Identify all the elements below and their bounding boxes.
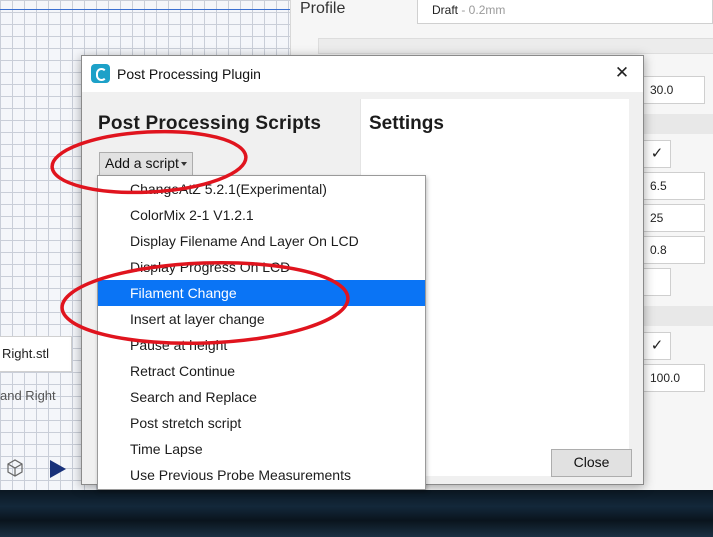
setting-checkbox-2[interactable]	[643, 268, 671, 296]
setting-field-5[interactable]: 100.0	[643, 364, 705, 392]
add-script-button[interactable]: Add a script	[99, 152, 193, 176]
setting-checkbox-1[interactable]: ✓	[643, 140, 671, 168]
play-icon[interactable]	[50, 460, 66, 478]
cube-icon[interactable]	[4, 456, 26, 478]
menu-item-display-filename[interactable]: Display Filename And Layer On LCD	[98, 228, 425, 254]
close-icon[interactable]: ✕	[611, 62, 633, 84]
menu-item-time-lapse[interactable]: Time Lapse	[98, 436, 425, 462]
add-script-label: Add a script	[105, 155, 179, 171]
close-button[interactable]: Close	[551, 449, 632, 477]
script-dropdown-menu: ChangeAtZ 5.2.1(Experimental) ColorMix 2…	[97, 175, 426, 490]
setting-field-3[interactable]: 25	[643, 204, 705, 232]
setting-section-band-2	[643, 306, 713, 326]
menu-item-search-replace[interactable]: Search and Replace	[98, 384, 425, 410]
dialog-titlebar: Post Processing Plugin ✕	[82, 56, 643, 92]
menu-item-filament-change[interactable]: Filament Change	[98, 280, 425, 306]
dialog-title: Post Processing Plugin	[117, 66, 261, 82]
profile-sub: - 0.2mm	[458, 3, 506, 17]
settings-header-band	[318, 38, 713, 54]
object-list-text: and Right	[0, 388, 56, 403]
setting-field-2[interactable]: 6.5	[643, 172, 705, 200]
menu-item-previous-probe[interactable]: Use Previous Probe Measurements	[98, 462, 425, 488]
profile-label: Profile	[300, 0, 346, 17]
setting-section-band	[643, 114, 713, 134]
object-list-item[interactable]: Right.stl	[0, 336, 72, 372]
chevron-down-icon	[180, 162, 187, 167]
setting-checkbox-3[interactable]: ✓	[643, 332, 671, 360]
settings-heading: Settings	[369, 113, 444, 134]
setting-field-1[interactable]: 30.0	[643, 76, 705, 104]
viewport-guide-line	[0, 9, 290, 10]
profile-value: Draft	[432, 3, 459, 17]
menu-item-display-progress[interactable]: Display Progress On LCD	[98, 254, 425, 280]
menu-item-insert-layer-change[interactable]: Insert at layer change	[98, 306, 425, 332]
scripts-heading: Post Processing Scripts	[98, 113, 322, 134]
menu-item-pause-at-height[interactable]: Pause at height	[98, 332, 425, 358]
menu-item-post-stretch[interactable]: Post stretch script	[98, 410, 425, 436]
profile-select[interactable]: Draft - 0.2mm	[417, 0, 713, 24]
menu-item-changeatz[interactable]: ChangeAtZ 5.2.1(Experimental)	[98, 176, 425, 202]
setting-field-4[interactable]: 0.8	[643, 236, 705, 264]
menu-item-retract-continue[interactable]: Retract Continue	[98, 358, 425, 384]
menu-item-colormix[interactable]: ColorMix 2-1 V1.2.1	[98, 202, 425, 228]
desktop-background	[0, 490, 713, 537]
cura-app-icon	[91, 64, 110, 83]
